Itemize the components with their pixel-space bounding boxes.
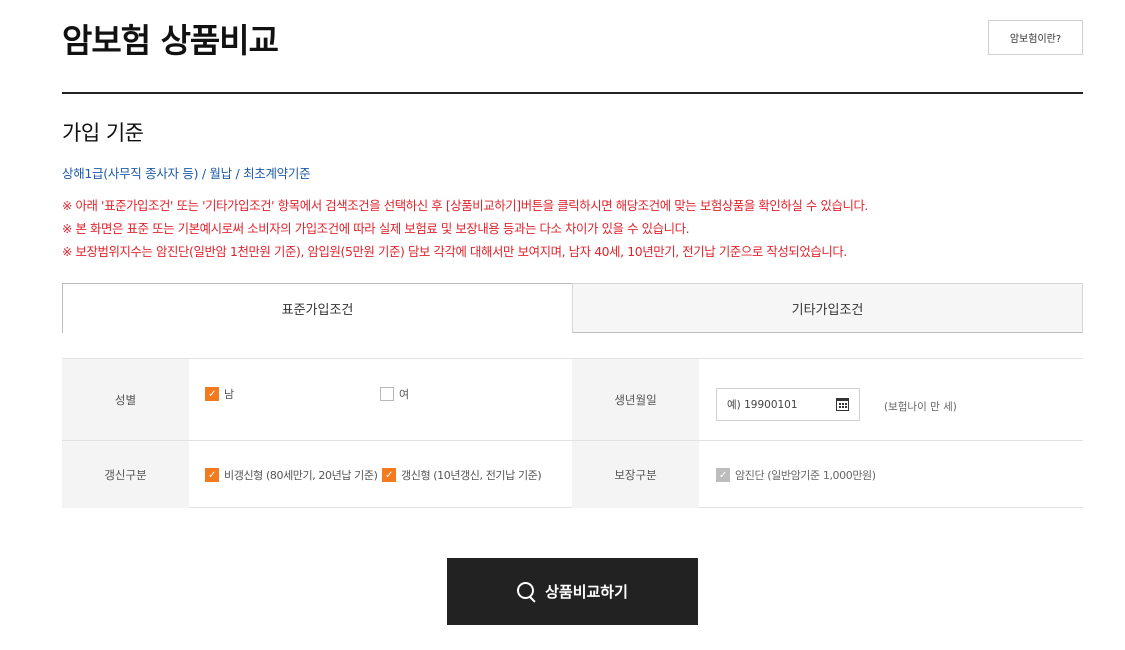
gender-male-label: 남 (224, 388, 234, 401)
non-renewal-checkbox[interactable]: ✓ 비갱신형 (80세만기, 20년납 기준) (205, 467, 378, 483)
notice-line: ※ 본 화면은 표준 또는 기본예시로써 소비자의 가입조건에 따라 실제 보험… (62, 221, 690, 236)
renewal-option-label: 갱신형 (10년갱신, 전기납 기준) (401, 469, 542, 482)
gender-label: 성별 (62, 359, 189, 440)
page-title: 암보험 상품비교 (62, 21, 279, 60)
cancer-diagnosis-label: 암진단 (일반암기준 1,000만원) (735, 469, 876, 482)
calendar-icon[interactable] (836, 398, 849, 411)
birthdate-input[interactable]: 예) 19900101 (716, 388, 860, 421)
gender-female-checkbox[interactable]: 여 (380, 386, 409, 402)
birthdate-placeholder: 예) 19900101 (727, 399, 798, 411)
non-renewal-label: 비갱신형 (80세만기, 20년납 기준) (224, 469, 378, 482)
coverage-label: 보장구분 (572, 441, 699, 508)
renewal-checkbox[interactable]: ✓ 갱신형 (10년갱신, 전기납 기준) (382, 467, 542, 483)
notice-line: ※ 보장범위지수는 암진단(일반암 1천만원 기준), 암입원(5만원 기준) … (62, 244, 847, 259)
search-icon (517, 581, 537, 602)
renewal-label: 갱신구분 (62, 441, 189, 508)
compare-products-button[interactable]: 상품비교하기 (447, 558, 698, 625)
form-row-gender-birth: 성별 ✓ 남 여 생년월일 예) 19900101 (보험나이 만 세) (62, 359, 1083, 441)
cancer-diagnosis-checkbox: ✓ 암진단 (일반암기준 1,000만원) (716, 467, 876, 483)
about-cancer-insurance-button[interactable]: 암보험이란? (988, 20, 1083, 55)
condition-tabs: 표준가입조건 기타가입조건 (62, 283, 1083, 333)
criteria-summary: 상해1급(사무직 종사자 등) / 월납 / 최초계약기준 (62, 166, 311, 181)
gender-male-checkbox[interactable]: ✓ 남 (205, 386, 234, 402)
checkbox-checked-icon: ✓ (382, 468, 396, 482)
checkbox-checked-icon: ✓ (205, 387, 219, 401)
insurance-age-text: (보험나이 만 세) (884, 401, 957, 413)
notice-line: ※ 아래 '표준가입조건' 또는 '기타가입조건' 항목에서 검색조건을 선택하… (62, 198, 868, 213)
birth-label: 생년월일 (572, 359, 699, 440)
gender-female-label: 여 (399, 388, 409, 401)
checkbox-disabled-icon: ✓ (716, 468, 730, 482)
section-title: 가입 기준 (62, 121, 144, 145)
title-divider (62, 92, 1083, 94)
compare-button-label: 상품비교하기 (545, 583, 628, 601)
conditions-form: 성별 ✓ 남 여 생년월일 예) 19900101 (보험나이 만 세) 갱신구… (62, 358, 1083, 508)
tab-other-conditions[interactable]: 기타가입조건 (572, 283, 1083, 333)
form-row-renewal-coverage: 갱신구분 ✓ 비갱신형 (80세만기, 20년납 기준) ✓ 갱신형 (10년갱… (62, 441, 1083, 508)
checkbox-checked-icon: ✓ (205, 468, 219, 482)
checkbox-unchecked-icon (380, 387, 394, 401)
tab-standard-conditions[interactable]: 표준가입조건 (62, 283, 573, 333)
